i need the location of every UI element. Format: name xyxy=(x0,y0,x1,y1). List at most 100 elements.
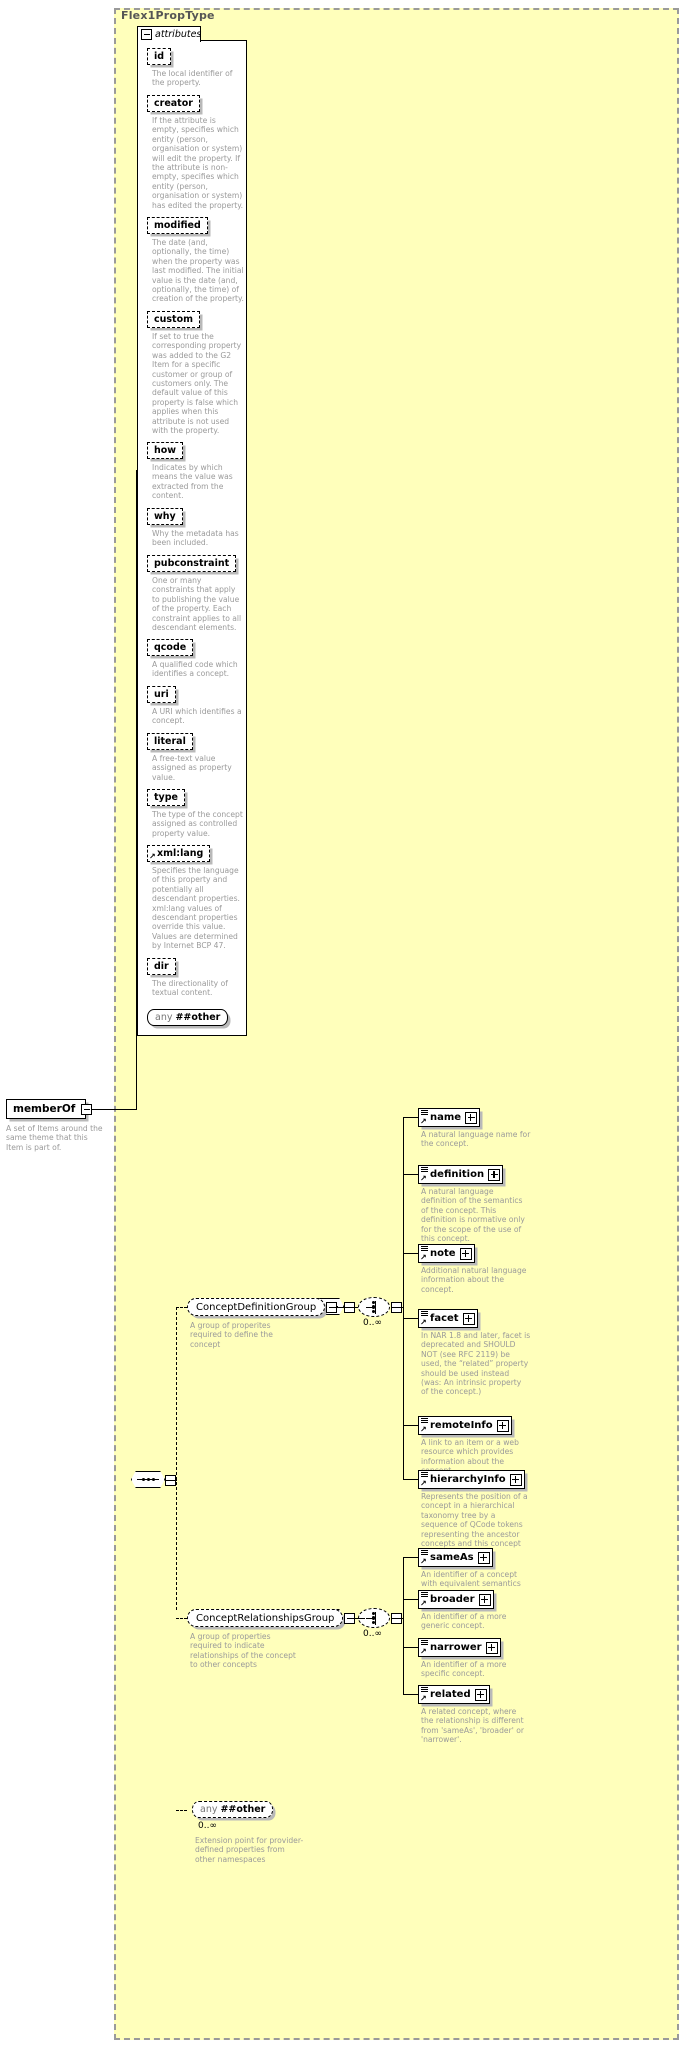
element-narrower-label: narrower xyxy=(430,1642,482,1653)
plus-box-icon[interactable] xyxy=(509,1473,522,1486)
attribute-how[interactable]: how xyxy=(147,442,184,459)
attribute-id-label: id xyxy=(154,51,165,62)
attribute-type[interactable]: type xyxy=(147,789,185,806)
connector-line xyxy=(403,1117,405,1480)
element-type-icon xyxy=(420,1550,428,1555)
attribute-pubconstraint-description: One or many constraints that apply to pu… xyxy=(152,576,242,633)
plus-box-icon[interactable] xyxy=(488,1168,501,1181)
attribute-how-description: Indicates by which means the value was e… xyxy=(152,463,233,501)
element-remoteInfo[interactable]: ↗ remoteInfo xyxy=(418,1416,512,1435)
attribute-literal[interactable]: literal xyxy=(147,733,193,750)
attributes-tab[interactable]: attributes xyxy=(137,26,201,42)
attribute-id[interactable]: id xyxy=(147,48,172,65)
attribute-qcode-description: A qualified code which identifies a conc… xyxy=(152,660,238,679)
element-definition[interactable]: ↗ definition xyxy=(418,1165,504,1184)
attribute-uri[interactable]: uri xyxy=(147,686,176,703)
element-sameAs-description: An identifier of a concept with equivale… xyxy=(421,1570,521,1589)
plus-box-icon[interactable] xyxy=(459,1247,472,1260)
attribute-dir[interactable]: dir xyxy=(147,958,176,975)
plus-box-icon[interactable] xyxy=(478,1593,491,1606)
plus-box-icon[interactable] xyxy=(485,1641,498,1654)
element-hierarchyInfo[interactable]: ↗ hierarchyInfo xyxy=(418,1470,525,1489)
element-sameAs[interactable]: ↗ sameAs xyxy=(418,1548,493,1567)
element-definition-label: definition xyxy=(430,1169,485,1180)
attribute-custom-description: If set to true the corresponding propert… xyxy=(152,332,242,436)
attribute-custom[interactable]: custom xyxy=(147,311,201,328)
plus-box-icon[interactable] xyxy=(496,1419,509,1432)
attribute-why[interactable]: why xyxy=(147,508,183,525)
element-memberOf-label: memberOf xyxy=(13,1103,76,1115)
connector-line xyxy=(403,1557,418,1559)
attribute-type-label: type xyxy=(154,792,178,803)
element-narrower[interactable]: ↗ narrower xyxy=(418,1638,501,1657)
attribute-creator-label: creator xyxy=(154,98,193,109)
element-name-label: name xyxy=(430,1112,462,1123)
minus-box-icon[interactable] xyxy=(81,1104,92,1115)
element-related-description: A related concept, where the relationshi… xyxy=(421,1707,524,1745)
connector-line xyxy=(335,1307,347,1309)
element-remoteInfo-label: remoteInfo xyxy=(430,1420,493,1431)
attribute-creator[interactable]: creator xyxy=(147,95,200,112)
content-any-other[interactable]: any ##other xyxy=(192,1801,274,1818)
attribute-pubconstraint[interactable]: pubconstraint xyxy=(147,555,237,572)
attributes-tab-label: attributes xyxy=(155,29,202,40)
attribute-modified[interactable]: modified xyxy=(147,217,208,234)
element-facet-description: In NAR 1.8 and later, facet is deprecate… xyxy=(421,1331,531,1397)
plus-box-icon[interactable] xyxy=(477,1551,490,1564)
element-memberOf-description: A set of Items around the same theme tha… xyxy=(6,1124,103,1152)
element-hierarchyInfo-description: Represents the position of a concept in … xyxy=(421,1492,528,1549)
group-ConceptDefinitionGroup-label: ConceptDefinitionGroup xyxy=(196,1301,317,1313)
attribute-any-other[interactable]: any ##other xyxy=(147,1009,229,1026)
element-broader[interactable]: ↗ broader xyxy=(418,1590,494,1609)
attribute-how-label: how xyxy=(154,445,177,456)
element-facet[interactable]: ↗ facet xyxy=(418,1309,478,1328)
reference-arrow-icon: ↗ xyxy=(420,1174,427,1183)
namespace-label: ##other xyxy=(220,1804,266,1815)
plus-box-icon[interactable] xyxy=(465,1111,478,1124)
connector-line xyxy=(392,1307,403,1309)
attribute-xmllang-description: Specifies the language of this property … xyxy=(152,866,240,951)
reference-arrow-icon: ↗ xyxy=(420,1425,427,1434)
sequence-connector-root[interactable] xyxy=(131,1471,165,1488)
connector-line-dashed xyxy=(176,1810,187,1811)
element-type-icon xyxy=(420,1592,428,1597)
group-ConceptRelationshipsGroup[interactable]: ConceptRelationshipsGroup xyxy=(187,1609,344,1627)
attribute-literal-label: literal xyxy=(154,736,186,747)
attribute-qcode[interactable]: qcode xyxy=(147,639,194,656)
namespace-label: ##other xyxy=(175,1012,221,1023)
choice-connector-icon[interactable] xyxy=(358,1297,390,1317)
attribute-xmllang[interactable]: ↗ xml:lang xyxy=(147,845,211,862)
connector-line xyxy=(91,1109,137,1111)
element-note[interactable]: ↗ note xyxy=(418,1244,475,1263)
element-memberOf[interactable]: memberOf xyxy=(6,1099,86,1119)
choice-symbol xyxy=(365,1300,383,1314)
group-ConceptDefinitionGroup[interactable]: ConceptDefinitionGroup xyxy=(187,1298,326,1316)
reference-arrow-icon: ↗ xyxy=(420,1117,427,1126)
element-type-icon xyxy=(420,1246,428,1251)
element-name[interactable]: ↗ name xyxy=(418,1108,481,1127)
connector-line xyxy=(353,1618,365,1620)
attribute-dir-description: The directionality of textual content. xyxy=(152,979,228,998)
reference-arrow-icon: ↗ xyxy=(420,1253,427,1262)
attribute-creator-description: If the attribute is empty, specifies whi… xyxy=(152,116,244,210)
type-name-label: Flex1PropType xyxy=(121,9,215,22)
connector-line-dashed xyxy=(176,1307,177,1610)
attribute-modified-label: modified xyxy=(154,220,201,231)
any-label: any xyxy=(200,1804,218,1815)
connector-line xyxy=(403,1253,418,1255)
connector-line-dashed xyxy=(176,1307,187,1308)
connector-line xyxy=(403,1599,418,1601)
element-type-icon xyxy=(420,1687,428,1692)
attribute-xmllang-label: xml:lang xyxy=(157,848,204,859)
reference-arrow-icon: ↗ xyxy=(420,1479,427,1488)
minus-box-icon[interactable] xyxy=(141,29,152,40)
group-ConceptRelationshipsGroup-label: ConceptRelationshipsGroup xyxy=(196,1612,335,1624)
attribute-uri-description: A URI which identifies a concept. xyxy=(152,707,242,726)
plus-box-icon[interactable] xyxy=(474,1688,487,1701)
element-related[interactable]: ↗ related xyxy=(418,1685,490,1704)
reference-arrow-icon: ↗ xyxy=(149,852,156,861)
reference-arrow-icon: ↗ xyxy=(420,1318,427,1327)
connector-line-dashed xyxy=(176,1618,187,1619)
attribute-qcode-label: qcode xyxy=(154,642,187,653)
plus-box-icon[interactable] xyxy=(462,1312,475,1325)
